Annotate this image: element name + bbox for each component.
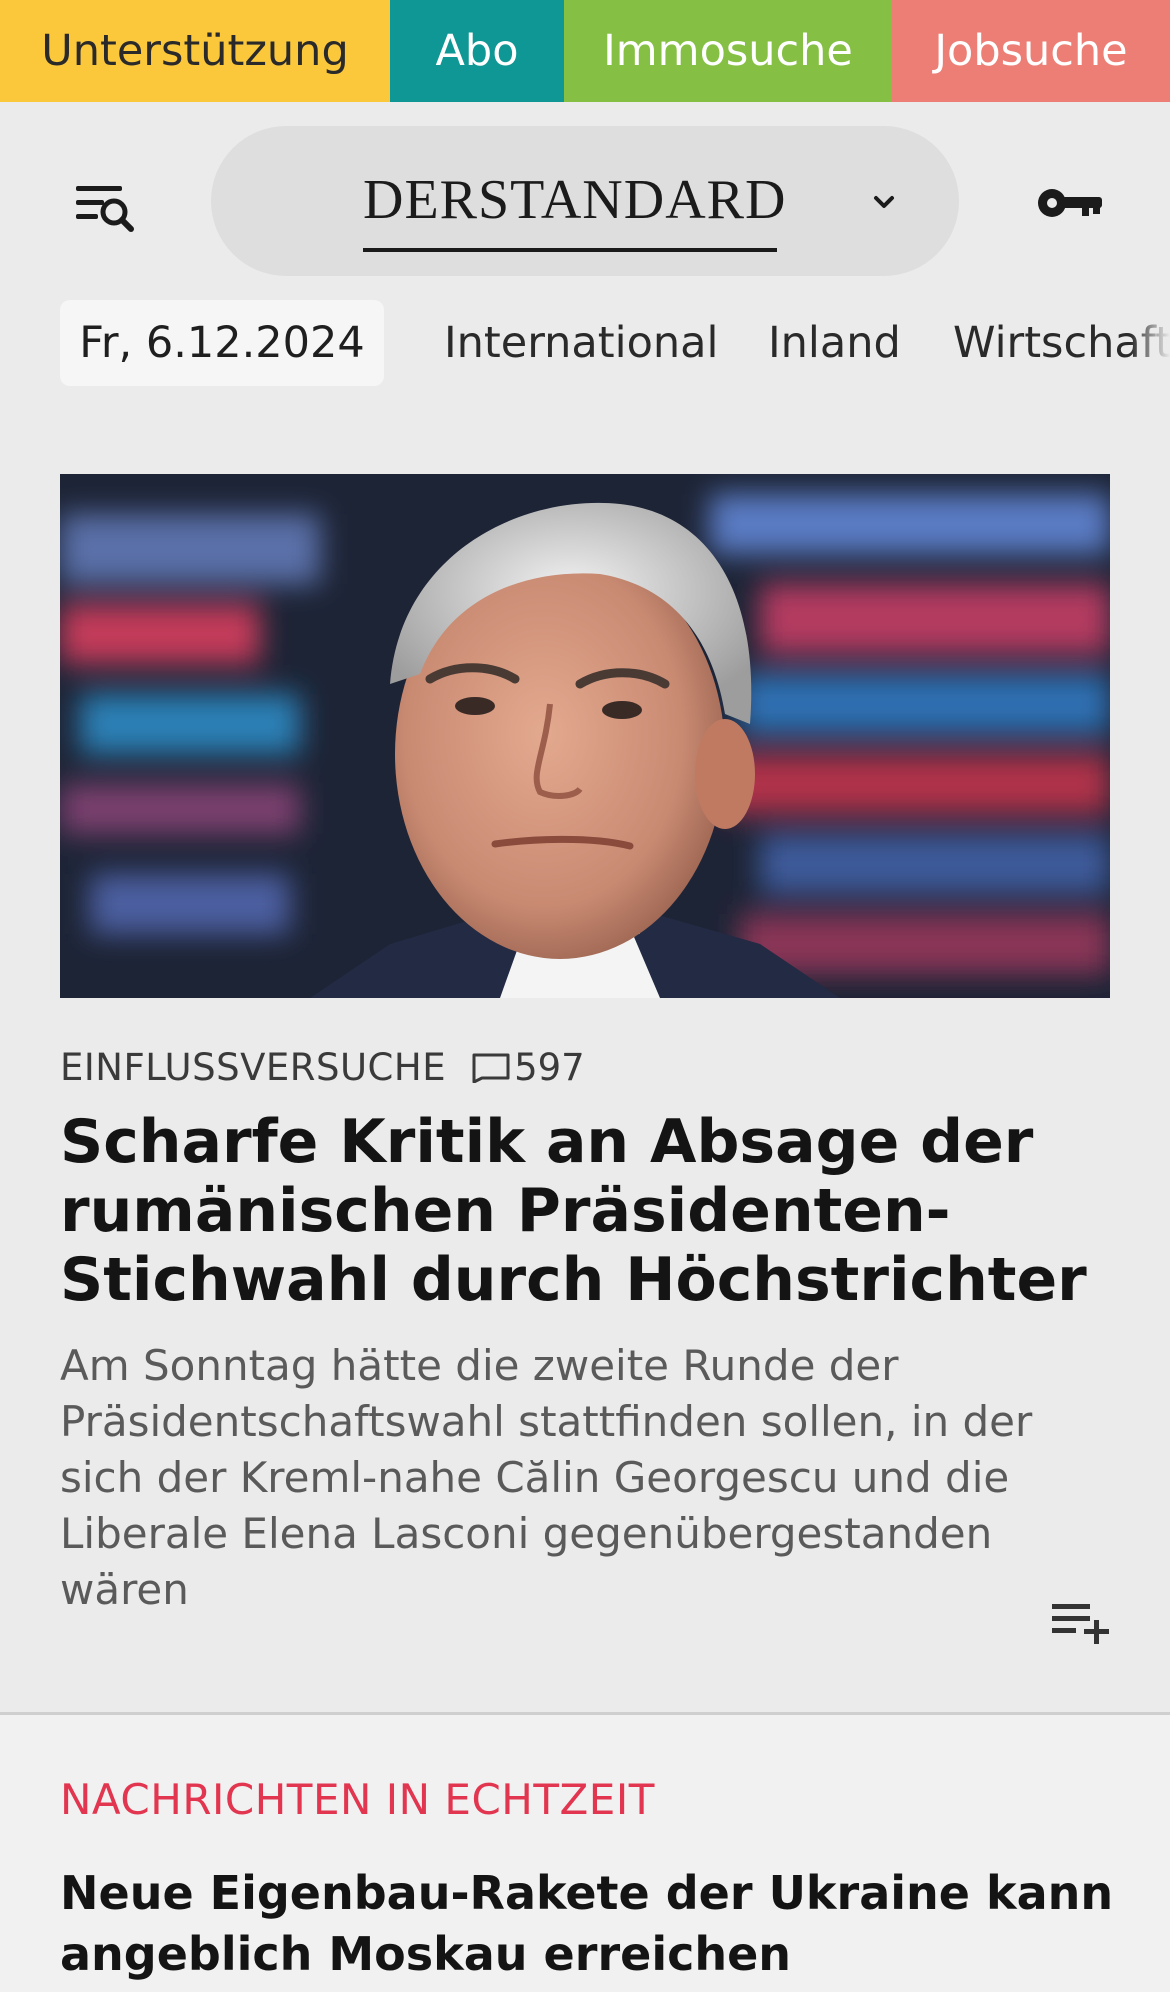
edition-selector[interactable]: DERSTANDARD: [211, 126, 959, 276]
hero-kicker: EINFLUSSVERSUCHE: [60, 1045, 447, 1089]
hero-headline[interactable]: Scharfe Kritik an Absage der rumänischen…: [60, 1108, 1120, 1315]
comment-count[interactable]: 597: [514, 1046, 585, 1089]
comment-icon: [472, 1053, 510, 1083]
key-icon: [1038, 189, 1102, 217]
logo-underline: [363, 248, 777, 252]
menu-search-button[interactable]: [66, 172, 146, 242]
nav-item-international[interactable]: International: [444, 318, 718, 368]
hero-teaser: Am Sonntag hätte die zweite Runde der Pr…: [60, 1341, 1033, 1614]
section-nav: Fr, 6.12.2024 International Inland Wirts…: [0, 300, 1170, 388]
hero-article-image[interactable]: [60, 474, 1110, 998]
chevron-down-icon: [874, 196, 894, 208]
live-news-section: NACHRICHTEN IN ECHTZEIT Neue Eigenbau-Ra…: [0, 1715, 1170, 1992]
site-header: DERSTANDARD: [0, 102, 1170, 298]
playlist-add-icon: [1052, 1604, 1109, 1644]
nav-item-inland[interactable]: Inland: [768, 318, 901, 368]
live-news-heading[interactable]: NACHRICHTEN IN ECHTZEIT: [60, 1775, 655, 1824]
date-chip: Fr, 6.12.2024: [60, 300, 384, 386]
nav-fade: [1130, 300, 1170, 388]
hero-kicker-row: EINFLUSSVERSUCHE 597: [60, 1044, 585, 1090]
login-button[interactable]: [1036, 178, 1106, 228]
add-to-playlist-button[interactable]: [1050, 1598, 1112, 1646]
abo-tab[interactable]: Abo: [390, 0, 564, 102]
menu-search-icon: [76, 186, 134, 232]
immo-search-tab[interactable]: Immosuche: [564, 0, 892, 102]
hero-photo: [60, 474, 1110, 998]
job-search-tab[interactable]: Jobsuche: [892, 0, 1170, 102]
site-logo: DERSTANDARD: [363, 169, 787, 231]
live-news-item[interactable]: Neue Eigenbau-Rakete der Ukraine kann an…: [60, 1863, 1120, 1985]
service-bar: Unterstützung Abo Immosuche Jobsuche: [0, 0, 1170, 102]
support-tab[interactable]: Unterstützung: [0, 0, 390, 102]
